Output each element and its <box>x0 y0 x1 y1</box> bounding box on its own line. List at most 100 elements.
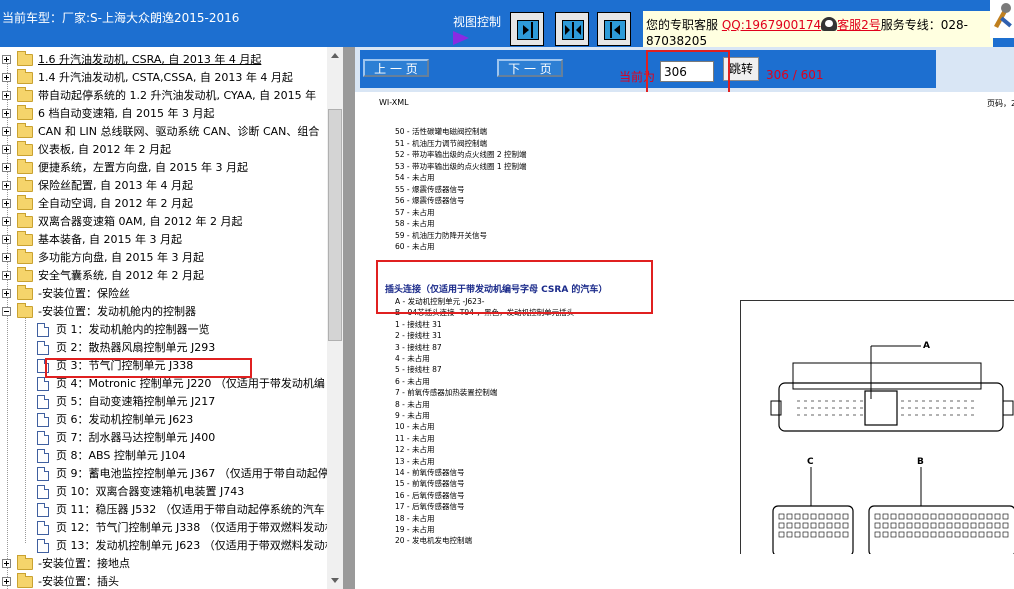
document-page-icon <box>37 449 49 463</box>
expand-toggle-icon[interactable] <box>2 91 11 100</box>
expand-toggle-icon[interactable] <box>2 253 11 262</box>
current-car-model: 当前车型：厂家:S-上海大众朗逸2015-2016 <box>2 11 240 25</box>
page-count: 306 / 601 <box>766 68 824 82</box>
expand-toggle-icon[interactable] <box>2 73 11 82</box>
customer-service-panel: 您的专职客服 QQ:1967900174 客服2号服务专线：028- 870382… <box>643 11 993 48</box>
expand-toggle-icon[interactable] <box>2 145 11 154</box>
tree-item-label: 页 2：散热器风扇控制单元 J293 <box>56 341 216 354</box>
expand-left-button[interactable] <box>597 12 631 46</box>
expand-toggle-icon[interactable] <box>2 289 11 298</box>
folder-icon <box>17 87 33 102</box>
pin-description: 7 - 前氧传感器加热装置控制端 <box>395 388 498 398</box>
tree-item-label: 全自动空调, 自 2012 年 2 月起 <box>38 197 193 210</box>
document-page-icon <box>37 503 49 517</box>
expand-toggle-icon[interactable] <box>2 577 11 586</box>
pin-description: 13 - 未占用 <box>395 456 435 466</box>
pin-description: 2 - 接线柱 31 <box>395 331 442 341</box>
qq-penguin-icon <box>821 17 838 31</box>
expand-toggle-icon[interactable] <box>2 109 11 118</box>
pin-description: 50 - 活性碳罐电磁阀控制端 <box>395 127 488 136</box>
tree-item-label: 页 13：发动机控制单元 J623 （仅适用于带双燃料发动机 <box>56 539 336 552</box>
tree-item-label: -安装位置：发动机舱内的控制器 <box>38 305 196 318</box>
pin-description: 12 - 未占用 <box>395 445 435 455</box>
pin-description: 10 - 未占用 <box>395 422 435 432</box>
qq-contact-link[interactable]: QQ:1967900174 <box>722 18 821 32</box>
tree-item-label: 1.4 升汽油发动机, CSTA,CSSA, 自 2013 年 4 月起 <box>38 71 293 84</box>
folder-icon <box>17 177 33 192</box>
expand-toggle-icon[interactable] <box>2 127 11 136</box>
pin-description: 1 - 接线柱 31 <box>395 319 442 329</box>
folder-icon <box>17 249 33 264</box>
document-page-icon <box>37 377 49 391</box>
expand-toggle-icon[interactable] <box>2 55 11 64</box>
folder-icon <box>17 51 33 66</box>
document-page-icon <box>37 521 49 535</box>
pin-description: 58 - 未占用 <box>395 219 435 228</box>
pin-description: 52 - 带功率输出级的点火线圈 2 控制端 <box>395 150 527 159</box>
pin-description: 5 - 接线柱 87 <box>395 365 442 375</box>
prev-page-button[interactable]: 上 一 页 <box>363 59 429 77</box>
tree-item-label: CAN 和 LIN 总线联网、驱动系统 CAN、诊断 CAN、组合 <box>38 125 320 138</box>
heading-highlight-box <box>376 260 653 314</box>
document-page-icon <box>37 485 49 499</box>
folder-icon <box>17 159 33 174</box>
tree-item-label: 保险丝配置, 自 2013 年 4 月起 <box>38 179 193 192</box>
pin-description: 59 - 机油压力防降开关信号 <box>395 230 488 240</box>
view-control-arrow-icon <box>453 31 469 45</box>
tree-item-label: 页 8：ABS 控制单元 J104 <box>56 449 186 462</box>
pin-description: 11 - 未占用 <box>395 433 435 443</box>
pin-description: 53 - 带功率输出级的点火线圈 1 控制端 <box>395 161 527 171</box>
scroll-down-arrow-icon[interactable] <box>331 578 339 583</box>
folder-icon <box>17 573 33 588</box>
tree-guide-line-child <box>25 313 26 543</box>
document-page-number: 页码，27/5 <box>987 99 1014 108</box>
expand-toggle-icon[interactable] <box>2 271 11 280</box>
label-a: A <box>923 341 930 351</box>
document-code: WI-XML <box>379 98 409 107</box>
pin-description: 17 - 后氧传感器信号 <box>395 502 465 512</box>
split-arrows-glyph <box>565 22 581 38</box>
service-agent-link[interactable]: 客服2号 <box>837 18 881 32</box>
scroll-thumb[interactable] <box>328 109 342 341</box>
folder-icon <box>17 123 33 138</box>
connector-diagram: A C B <box>740 300 1014 557</box>
pin-description: 3 - 接线柱 87 <box>395 342 442 352</box>
tree-item-label: 1.6 升汽油发动机, CSRA, 自 2013 年 4 月起 <box>38 53 262 66</box>
expand-toggle-icon[interactable] <box>2 217 11 226</box>
expand-toggle-icon[interactable] <box>2 559 11 568</box>
expand-toggle-icon[interactable] <box>2 199 11 208</box>
document-page-icon <box>37 395 49 409</box>
scroll-up-arrow-icon[interactable] <box>331 53 339 58</box>
pin-description: 54 - 未占用 <box>395 173 435 182</box>
expand-toggle-icon[interactable] <box>2 235 11 244</box>
pane-splitter[interactable] <box>343 47 355 589</box>
expand-toggle-icon[interactable] <box>2 181 11 190</box>
tree-item-label: 页 9：蓄电池监控控制单元 J367 （仅适用于带自动起停系 <box>56 467 340 480</box>
expand-right-button[interactable] <box>510 12 544 46</box>
tree-item-label: 页 5：自动变速箱控制单元 J217 <box>56 395 216 408</box>
tree-scrollbar[interactable] <box>327 47 343 589</box>
next-page-button[interactable]: 下 一 页 <box>497 59 563 77</box>
tree-item-label: 多功能方向盘, 自 2015 年 3 月起 <box>38 251 204 264</box>
folder-icon <box>17 555 33 570</box>
connector-diagram-svg: A C B <box>770 341 1014 557</box>
expand-toggle-icon[interactable] <box>2 163 11 172</box>
folder-icon <box>17 267 33 282</box>
document-page-icon <box>37 323 49 337</box>
tree-item-label: 页 1：发动机舱内的控制器一览 <box>56 323 210 336</box>
view-control-label: 视图控制 <box>453 15 502 29</box>
catalog-tree-pane: 1.6 升汽油发动机, CSRA, 自 2013 年 4 月起 1.4 升汽油发动… <box>0 47 343 589</box>
tree-guide-line <box>7 61 8 589</box>
tree-item-label: 仪表板, 自 2012 年 2 月起 <box>38 143 171 156</box>
tree-item-label: 6 档自动变速箱, 自 2015 年 3 月起 <box>38 107 215 120</box>
folder-icon <box>17 69 33 84</box>
tree-item-label: -安装位置：接地点 <box>38 557 130 570</box>
pin-description: 55 - 爆震传感器信号 <box>395 184 465 194</box>
pin-description: 56 - 爆震传感器信号 <box>395 196 465 205</box>
tree-item-label: -安装位置：保险丝 <box>38 287 130 300</box>
document-page-icon <box>37 539 49 553</box>
folder-icon <box>17 195 33 210</box>
pin-description: 6 - 未占用 <box>395 376 430 386</box>
split-view-button[interactable] <box>555 12 589 46</box>
collapse-toggle-icon[interactable] <box>2 307 11 316</box>
